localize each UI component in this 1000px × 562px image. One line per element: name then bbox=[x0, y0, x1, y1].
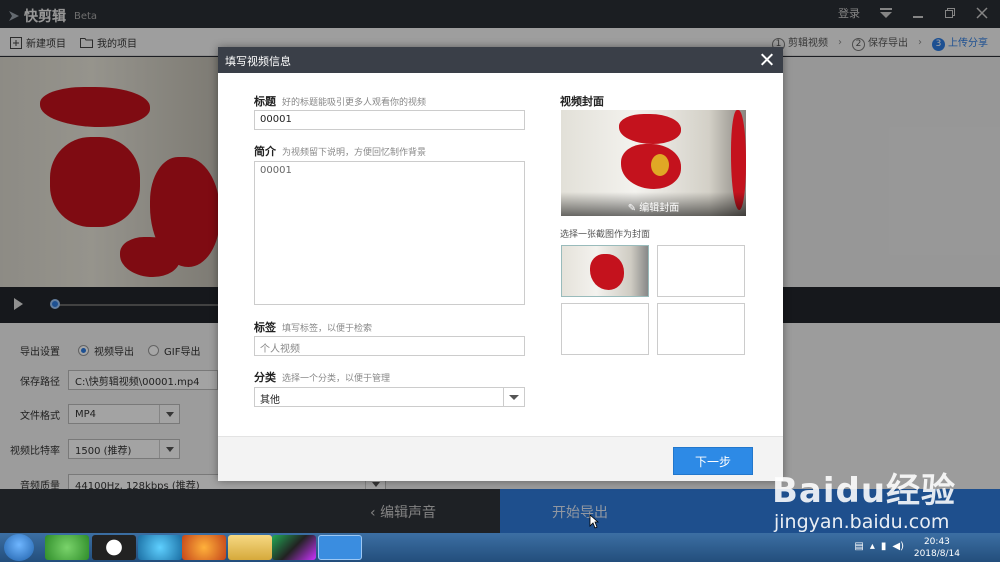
browser-360-icon[interactable] bbox=[45, 535, 89, 560]
title-field-label: 标题 好的标题能吸引更多人观看你的视频 bbox=[254, 95, 427, 108]
cover-title: 视频封面 bbox=[560, 95, 604, 108]
dialog-title: 填写视频信息 bbox=[225, 55, 291, 68]
paper-cut-shape bbox=[590, 254, 624, 290]
qq-icon[interactable] bbox=[92, 535, 136, 560]
app-icon[interactable] bbox=[272, 535, 316, 560]
mouse-cursor-icon bbox=[589, 514, 599, 529]
cover-thumbnail-1[interactable] bbox=[561, 245, 649, 297]
paper-cut-shape bbox=[619, 114, 681, 144]
watermark-url: jingyan.baidu.com bbox=[774, 511, 950, 533]
media-player-icon[interactable] bbox=[138, 535, 182, 560]
baidu-jingyan-watermark: Baidu经验 jingyan.baidu.com bbox=[760, 455, 990, 545]
next-step-button[interactable]: 下一步 bbox=[673, 447, 753, 475]
pencil-icon: ✎ bbox=[627, 203, 640, 214]
tags-field-label: 标签 填写标签，以便于检索 bbox=[254, 321, 373, 334]
kuaijianji-taskbar-icon[interactable] bbox=[318, 535, 362, 560]
dialog-footer: 下一步 bbox=[218, 436, 783, 481]
cover-preview: ✎ 编辑封面 bbox=[561, 110, 746, 216]
cover-thumbnail-2[interactable] bbox=[657, 245, 745, 297]
tags-input[interactable]: 个人视频 bbox=[254, 336, 525, 356]
title-input[interactable]: 00001 bbox=[254, 110, 525, 130]
close-icon[interactable] bbox=[760, 52, 774, 66]
firefox-icon[interactable] bbox=[182, 535, 226, 560]
chevron-down-icon bbox=[503, 388, 524, 406]
windows-start-icon[interactable] bbox=[4, 534, 34, 561]
watermark-brand: Baidu经验 bbox=[772, 471, 957, 511]
file-explorer-icon[interactable] bbox=[228, 535, 272, 560]
video-info-dialog: 填写视频信息 标题 好的标题能吸引更多人观看你的视频 00001 简介 为视频留下说… bbox=[218, 47, 783, 481]
category-select[interactable]: 其他 bbox=[254, 387, 525, 407]
paper-cut-shape bbox=[651, 154, 669, 176]
choose-cover-label: 选择一张截图作为封面 bbox=[560, 230, 651, 240]
intro-field-label: 简介 为视频留下说明，方便回忆制作背景 bbox=[254, 145, 427, 158]
edit-cover-button[interactable]: ✎ 编辑封面 bbox=[561, 192, 746, 216]
intro-textarea[interactable]: 00001 bbox=[254, 161, 525, 305]
category-field-label: 分类 选择一个分类，以便于管理 bbox=[254, 371, 391, 384]
cover-thumbnail-4[interactable] bbox=[657, 303, 745, 355]
cover-thumbnail-3[interactable] bbox=[561, 303, 649, 355]
dialog-header: 填写视频信息 bbox=[218, 47, 783, 73]
